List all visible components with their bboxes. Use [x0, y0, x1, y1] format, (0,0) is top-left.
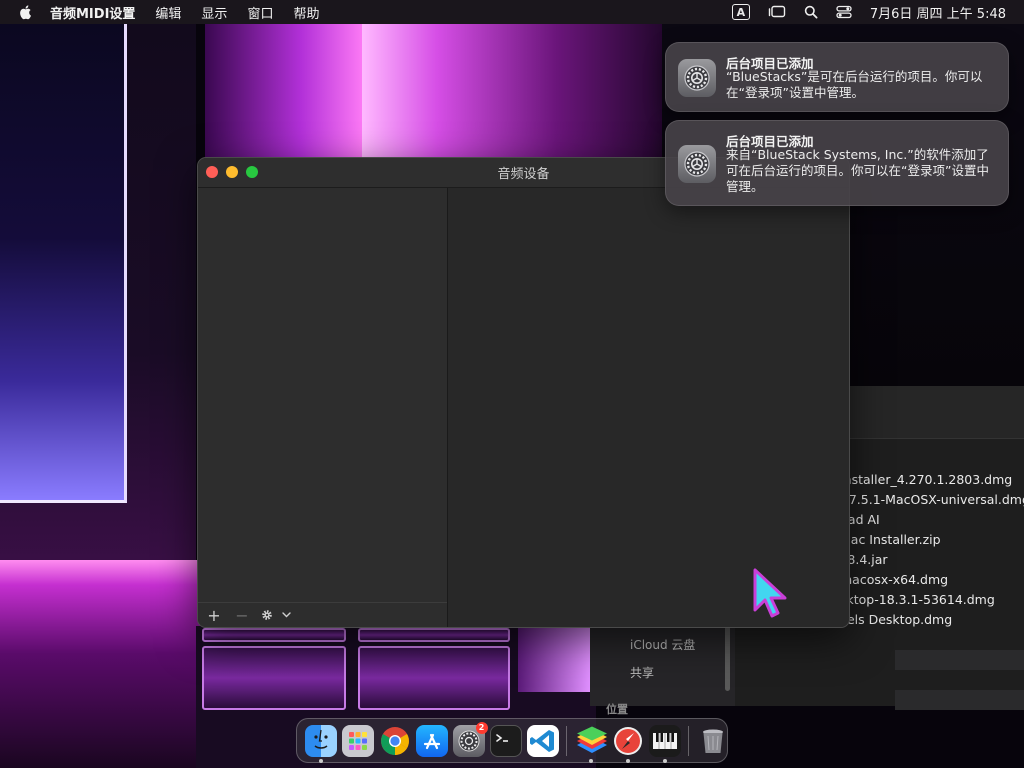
terminal-icon[interactable]	[489, 724, 522, 757]
spotlight-search-icon[interactable]	[804, 5, 818, 19]
device-detail-pane	[448, 188, 849, 627]
system-settings-dock-icon[interactable]: 2	[452, 721, 488, 757]
vscode-icon[interactable]	[526, 724, 559, 757]
file-row[interactable]: sktop-18.3.1-53614.dmg	[840, 590, 1024, 610]
menu-view[interactable]: 显示	[201, 3, 227, 22]
stage-manager-icon[interactable]	[768, 5, 786, 19]
dock-separator	[688, 725, 689, 756]
launchpad-icon[interactable]	[341, 724, 374, 757]
apple-menu-icon[interactable]	[18, 4, 34, 20]
file-row[interactable]: Installer_4.270.1.2803.dmg	[840, 470, 1024, 490]
system-settings-icon	[678, 145, 716, 183]
notification-body: “BlueStacks”是可在后台运行的项目。你可以在“登录项”设置中管理。	[726, 69, 983, 100]
menu-bar: 音频MIDI设置 编辑 显示 窗口 帮助 A 7月6日 周四 上午 5:48	[0, 0, 1024, 24]
window-controls	[206, 166, 258, 178]
input-source-icon[interactable]: A	[731, 4, 750, 20]
finder-sidebar-scrollbar[interactable]	[725, 621, 730, 691]
dock-separator	[566, 725, 567, 756]
wallpaper-tile	[202, 646, 346, 710]
sidebar-header-locations: 位置	[606, 703, 628, 716]
audio-devices-window[interactable]: 音频设备 + −	[197, 157, 850, 628]
dock: 2	[296, 718, 728, 763]
wallpaper-left-glow	[0, 560, 200, 768]
wallpaper-tile-glow	[518, 626, 590, 692]
finder-icon[interactable]	[304, 724, 337, 763]
bluestacks-icon[interactable]	[575, 725, 607, 763]
wallpaper-tile	[358, 628, 510, 642]
menu-bar-extras: A 7月6日 周四 上午 5:48	[731, 0, 1006, 24]
gear-icon[interactable]	[256, 603, 278, 627]
trash-icon[interactable]	[697, 725, 729, 757]
mouse-cursor-icon	[753, 568, 787, 618]
chevron-down-icon[interactable]	[278, 603, 294, 627]
file-row[interactable]: pad AI	[840, 510, 1024, 530]
wallpaper-tile	[202, 628, 346, 642]
audio-midi-setup-icon[interactable]	[648, 724, 681, 763]
notification-banner[interactable]: 后台项目已添加 来自“BlueStack Systems, Inc.”的软件添加…	[665, 120, 1009, 206]
menu-app-name[interactable]: 音频MIDI设置	[50, 3, 135, 22]
add-device-button[interactable]: +	[200, 603, 228, 627]
file-row[interactable]: macosx-x64.dmg	[840, 570, 1024, 590]
close-button[interactable]	[206, 166, 218, 178]
chrome-icon[interactable]	[379, 725, 411, 757]
menu-edit[interactable]: 编辑	[155, 3, 181, 22]
running-indicator	[588, 758, 593, 763]
remove-device-button[interactable]: −	[228, 603, 256, 627]
menu-window[interactable]: 窗口	[247, 3, 273, 22]
sidebar-item-shared[interactable]: 共享	[630, 664, 654, 681]
finder-empty-row	[895, 650, 1024, 670]
running-indicator	[318, 758, 323, 763]
running-indicator	[625, 758, 630, 763]
sidebar-item-icloud[interactable]: iCloud 云盘	[630, 636, 695, 653]
zoom-button[interactable]	[246, 166, 258, 178]
wallpaper-tile	[358, 646, 510, 710]
control-center-icon[interactable]	[836, 5, 852, 19]
device-list-toolbar: + −	[198, 602, 447, 627]
system-settings-icon	[678, 59, 716, 97]
file-row[interactable]: llels Desktop.dmg	[840, 610, 1024, 630]
device-list-pane[interactable]	[198, 188, 448, 627]
wallpaper-left-panel	[0, 24, 127, 503]
file-row[interactable]: r-7.5.1-MacOSX-universal.dmg	[840, 490, 1024, 510]
notification-badge: 2	[475, 721, 488, 734]
safari-icon[interactable]	[612, 725, 644, 763]
notification-body: 来自“BlueStack Systems, Inc.”的软件添加了可在后台运行的…	[726, 147, 989, 194]
notification-banner[interactable]: 后台项目已添加 “BlueStacks”是可在后台运行的项目。你可以在“登录项”…	[665, 42, 1009, 112]
running-indicator	[662, 758, 667, 763]
minimize-button[interactable]	[226, 166, 238, 178]
wallpaper-top-mid	[205, 24, 365, 158]
finder-file-list: Installer_4.270.1.2803.dmg r-7.5.1-MacOS…	[840, 470, 1024, 630]
menu-bar-clock[interactable]: 7月6日 周四 上午 5:48	[870, 3, 1006, 22]
menu-help[interactable]: 帮助	[293, 3, 319, 22]
wallpaper-top-right	[362, 24, 662, 158]
window-title: 音频设备	[497, 167, 550, 182]
finder-empty-row	[895, 690, 1024, 710]
app-store-icon[interactable]	[415, 724, 448, 757]
file-row[interactable]: v8.4.jar	[840, 550, 1024, 570]
file-row[interactable]: Mac Installer.zip	[840, 530, 1024, 550]
